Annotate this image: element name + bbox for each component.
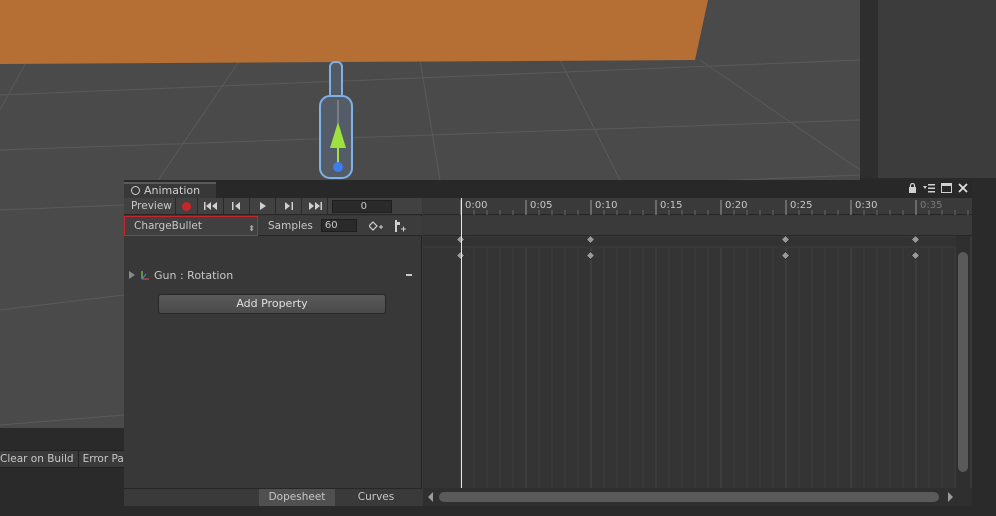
gun-object [319, 61, 353, 179]
tick-label: 0:00 [465, 200, 488, 211]
add-keyframe-button[interactable] [365, 218, 387, 234]
tab-animation-label: Animation [144, 184, 201, 197]
time-ruler[interactable]: 0:00 0:05 0:10 0:15 0:20 0:25 0:30 0:35 [423, 198, 972, 215]
clip-toolbar: ChargeBullet ⬍ Samples 60 [124, 215, 422, 236]
menu-icon[interactable] [923, 182, 935, 196]
time-ruler-ticks [460, 200, 969, 215]
console-panel [0, 428, 124, 516]
keyframe-grid[interactable] [423, 248, 956, 488]
tick-label: 0:25 [790, 200, 813, 211]
vertical-scrollbar[interactable] [956, 236, 970, 488]
clock-icon [131, 186, 140, 195]
current-frame-field[interactable]: 0 [332, 199, 392, 213]
dopesheet-timeline[interactable]: 0:00 0:05 0:10 0:15 0:20 0:25 0:30 0:35 [423, 198, 972, 506]
playhead[interactable] [461, 198, 462, 488]
playback-toolbar: Preview 0 [124, 198, 422, 215]
window-tab-bar: Animation [124, 180, 972, 198]
animation-window: Animation Preview 0 ChargeBullet ⬍ Sampl… [124, 180, 972, 506]
clear-on-build-button[interactable]: Clear on Build [0, 451, 79, 467]
scroll-left-icon[interactable] [426, 492, 436, 502]
samples-field[interactable]: 60 [320, 219, 357, 232]
tick-label: 0:10 [595, 200, 618, 211]
record-icon [182, 201, 191, 211]
first-keyframe-icon [203, 202, 217, 210]
vertical-scroll-thumb[interactable] [958, 252, 968, 472]
add-keyframe-icon [368, 220, 383, 231]
expand-arrow-icon[interactable] [129, 271, 135, 279]
add-event-icon [394, 219, 406, 232]
prev-keyframe-button[interactable] [224, 198, 250, 214]
next-keyframe-button[interactable] [276, 198, 302, 214]
play-button[interactable] [250, 198, 276, 214]
close-icon[interactable] [958, 182, 968, 196]
tick-label: 0:20 [725, 200, 748, 211]
transform-axes-icon [140, 270, 150, 280]
horizontal-scrollbar[interactable] [423, 488, 972, 506]
preview-button[interactable]: Preview [124, 198, 176, 214]
tab-animation[interactable]: Animation [124, 182, 216, 198]
grid-lines [460, 248, 956, 488]
console-toolbar: Clear on BuildError Pau [0, 450, 124, 468]
animation-left-panel: Preview 0 ChargeBullet ⬍ Samples 60 Gun … [124, 198, 422, 506]
tick-label: 0:15 [660, 200, 683, 211]
dropdown-arrows-icon: ⬍ [248, 223, 255, 233]
event-lane[interactable] [423, 216, 972, 236]
play-icon [259, 202, 266, 210]
tab-curves[interactable]: Curves [337, 489, 415, 506]
summary-keyframe-lane[interactable] [423, 237, 956, 246]
maximize-icon[interactable] [941, 182, 952, 196]
tab-dopesheet[interactable]: Dopesheet [259, 489, 335, 506]
window-controls [908, 181, 968, 197]
lock-icon[interactable] [908, 182, 917, 196]
last-keyframe-icon [308, 202, 322, 210]
next-keyframe-icon [284, 202, 293, 210]
remove-property-icon[interactable] [406, 274, 412, 276]
scroll-right-icon[interactable] [945, 492, 955, 502]
clip-selector[interactable]: ChargeBullet ⬍ [124, 215, 258, 236]
scene-side-panel [878, 0, 996, 178]
samples-label: Samples [268, 219, 313, 232]
last-keyframe-button[interactable] [302, 198, 328, 214]
prev-keyframe-icon [231, 202, 240, 210]
tick-label: 0:35 [920, 200, 943, 211]
tick-label: 0:30 [855, 200, 878, 211]
add-event-button[interactable] [389, 218, 411, 234]
first-keyframe-button[interactable] [198, 198, 224, 214]
scene-right-border [860, 0, 878, 178]
horizontal-scroll-thumb[interactable] [439, 492, 939, 502]
property-label: Gun : Rotation [154, 268, 234, 282]
add-property-button[interactable]: Add Property [158, 294, 386, 314]
clip-name: ChargeBullet [134, 219, 202, 232]
tick-label: 0:05 [530, 200, 553, 211]
error-pause-button[interactable]: Error Pau [79, 451, 124, 467]
view-mode-tabs: Dopesheet Curves [124, 488, 422, 506]
property-row[interactable]: Gun : Rotation [124, 266, 422, 284]
record-button[interactable] [176, 198, 198, 214]
